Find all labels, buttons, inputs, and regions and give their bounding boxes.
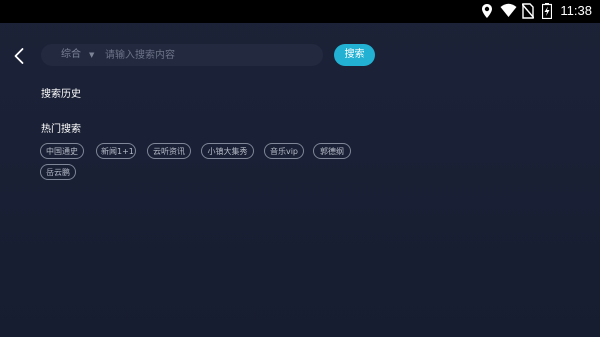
status-bar: 11:38 xyxy=(0,0,600,23)
back-button[interactable] xyxy=(10,46,30,66)
chevron-left-icon xyxy=(14,48,24,64)
hot-tag[interactable]: 音乐vip xyxy=(264,143,304,159)
location-icon xyxy=(482,4,492,18)
hot-tag[interactable]: 新闻1+1 xyxy=(96,143,136,159)
search-button[interactable]: 搜索 xyxy=(334,44,375,66)
hot-tag[interactable]: 云听资讯 xyxy=(147,143,191,159)
search-history-title: 搜索历史 xyxy=(41,89,81,100)
hot-tag[interactable]: 岳云鹏 xyxy=(40,164,76,180)
wifi-icon xyxy=(500,3,517,17)
hot-tag[interactable]: 中国通史 xyxy=(40,143,84,159)
status-time: 11:38 xyxy=(560,3,592,18)
hot-tag[interactable]: 郭德纲 xyxy=(313,143,351,159)
search-input[interactable] xyxy=(105,47,305,63)
battery-charging-icon xyxy=(542,3,552,19)
chevron-down-icon[interactable]: ▼ xyxy=(89,44,94,66)
category-select[interactable]: 综合 xyxy=(61,44,81,66)
hot-search-title: 热门搜索 xyxy=(41,124,81,135)
hot-tag[interactable]: 小镇大集秀 xyxy=(201,143,254,159)
no-sim-icon xyxy=(522,3,534,19)
search-box: 综合 ▼ xyxy=(41,44,323,66)
